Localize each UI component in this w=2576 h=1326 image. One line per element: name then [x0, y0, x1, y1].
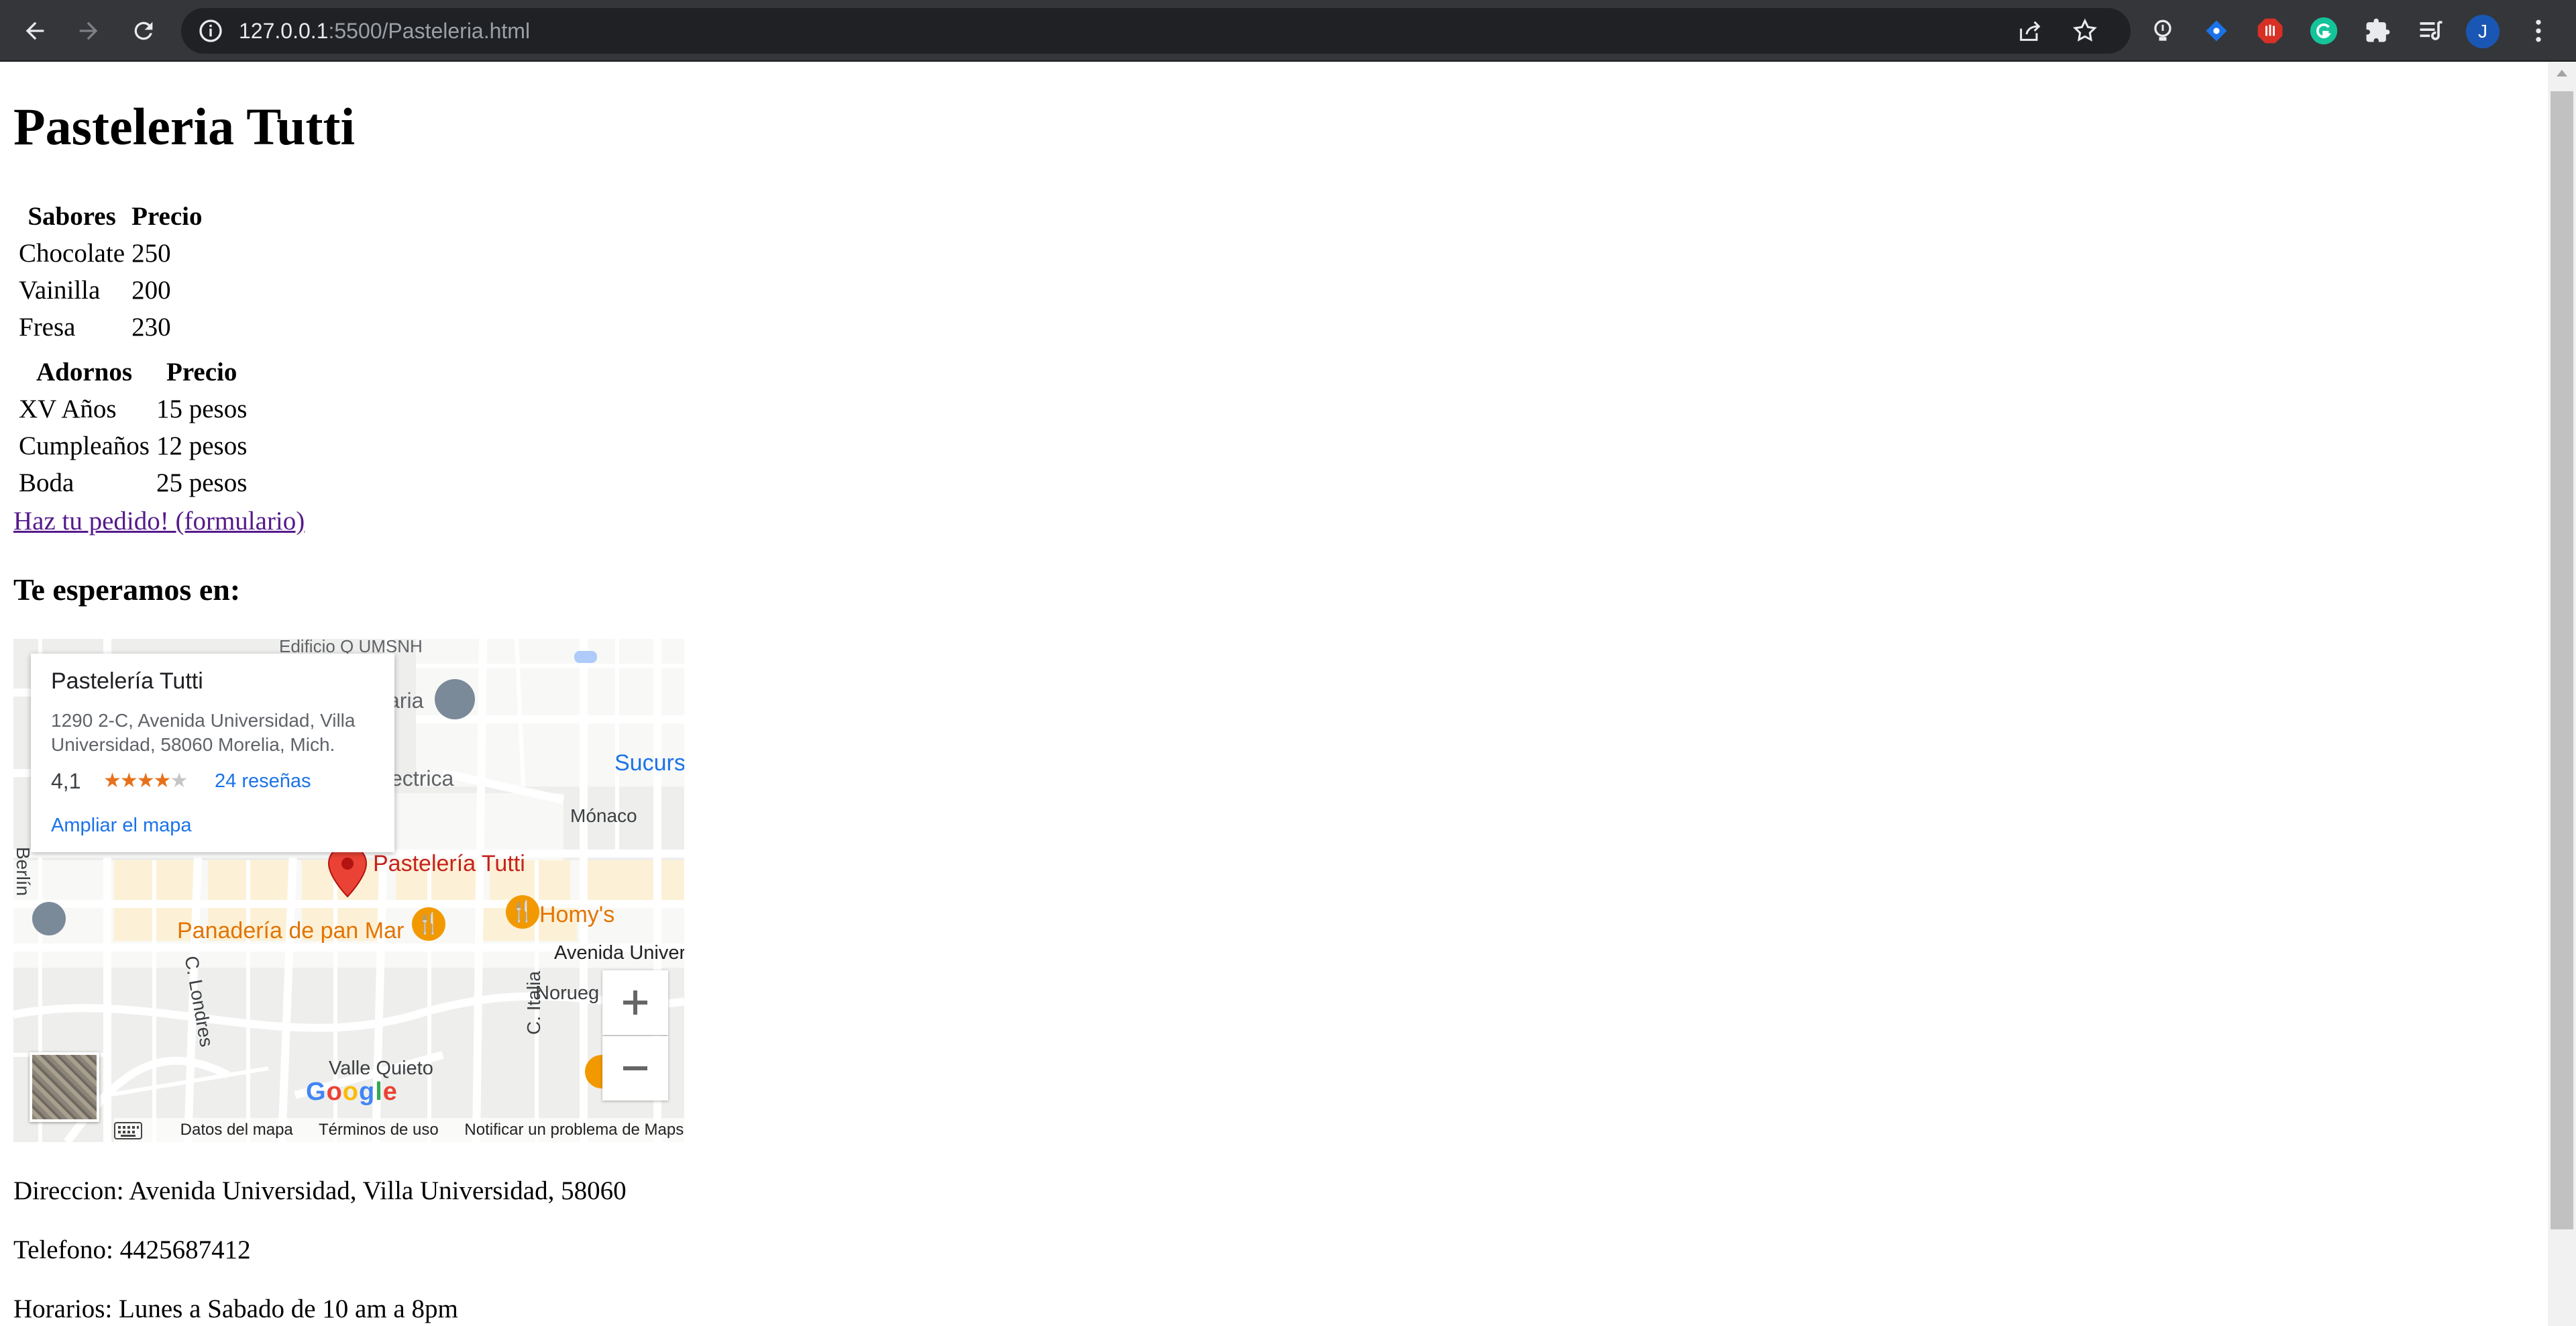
- back-arrow-icon: [25, 21, 44, 40]
- table-cell: Chocolate: [19, 239, 125, 268]
- page-content: Pasteleria Tutti Sabores Precio Chocolat…: [0, 62, 2548, 1326]
- table-header: Precio: [166, 358, 237, 387]
- rating-stars-icon: ★★★★★: [103, 770, 188, 792]
- location-heading: Te esperamos en:: [13, 572, 241, 607]
- site-info-icon[interactable]: [197, 17, 224, 44]
- table-cell: Vainilla: [19, 276, 101, 305]
- extension-dots-icon[interactable]: [2198, 12, 2235, 50]
- table-header: Precio: [131, 202, 203, 231]
- satellite-layer-toggle[interactable]: [30, 1052, 99, 1122]
- table-row: Fresa 230: [17, 311, 204, 344]
- extension-bulb-icon[interactable]: [2144, 12, 2182, 50]
- page-title: Pasteleria Tutti: [13, 97, 356, 156]
- map-label-pin: Pastelería Tutti: [373, 851, 525, 876]
- place-rating: 4,1: [51, 769, 81, 793]
- extensions-puzzle-icon[interactable]: [2359, 12, 2396, 50]
- map-attribution-bar: Datos del mapa Términos de uso Notificar…: [114, 1118, 684, 1142]
- hours-text: Horarios: Lunes a Sabado de 10 am a 8pm: [13, 1294, 458, 1323]
- extension-stop-icon[interactable]: [2251, 12, 2289, 50]
- zoom-out-button[interactable]: [602, 1036, 668, 1101]
- map-label-ectrica: ectrica: [390, 766, 454, 790]
- browser-menu-icon[interactable]: [2520, 12, 2557, 50]
- page-scrollbar[interactable]: [2548, 62, 2576, 1326]
- table-cell: 230: [131, 313, 171, 342]
- keyboard-shortcuts-icon[interactable]: [114, 1122, 142, 1139]
- phone-text: Telefono: 4425687412: [13, 1235, 251, 1264]
- table-cell: 250: [131, 239, 171, 268]
- browser-toolbar: 127.0.0.1:5500/Pasteleria.html J: [0, 0, 2576, 62]
- order-form-link[interactable]: Haz tu pedido! (formulario): [13, 506, 305, 536]
- map-label-bakery: Panadería de pan Mar: [177, 918, 405, 944]
- bookmark-star-icon[interactable]: [2072, 17, 2098, 44]
- google-logo: Google: [306, 1078, 398, 1106]
- scroll-up-arrow-icon[interactable]: [2557, 70, 2567, 76]
- reload-button[interactable]: [123, 11, 164, 51]
- table-cell: 15 pesos: [156, 395, 248, 423]
- map-label-avenida: Avenida Univers: [554, 942, 684, 964]
- place-info-card: Pastelería Tutti 1290 2-C, Avenida Unive…: [31, 654, 394, 852]
- sabores-table: Sabores Precio Chocolate 250 Vainilla 20…: [13, 196, 208, 348]
- table-cell: Fresa: [19, 313, 76, 342]
- map-label-sucurs: Sucurs: [614, 750, 684, 776]
- map-label-monaco: Mónaco: [570, 805, 637, 826]
- museum-poi-icon[interactable]: [32, 902, 66, 935]
- report-problem-link[interactable]: Notificar un problema de Maps: [464, 1121, 684, 1139]
- location-pin-icon[interactable]: [326, 844, 369, 898]
- reading-list-icon[interactable]: [2412, 12, 2450, 50]
- url-host: 127.0.0.1: [239, 19, 329, 43]
- address-bar[interactable]: 127.0.0.1:5500/Pasteleria.html: [181, 8, 2131, 54]
- back-button[interactable]: [15, 11, 55, 51]
- table-row: Boda 25 pesos: [17, 466, 248, 499]
- table-row: Vainilla 200: [17, 274, 204, 307]
- reload-icon: [134, 21, 153, 40]
- url-text: 127.0.0.1:5500/Pasteleria.html: [239, 8, 530, 54]
- table-header: Adornos: [36, 358, 133, 387]
- map-data-link[interactable]: Datos del mapa: [180, 1121, 293, 1139]
- zoom-in-button[interactable]: [602, 970, 668, 1035]
- address-text: Direccion: Avenida Universidad, Villa Un…: [13, 1176, 627, 1205]
- enlarge-map-link[interactable]: Ampliar el mapa: [51, 815, 192, 837]
- table-cell: 200: [131, 276, 171, 305]
- forward-button[interactable]: [68, 11, 109, 51]
- google-map-embed[interactable]: Edificio Q UMSNH aria Sucurs ectrica Món…: [13, 639, 684, 1142]
- place-address: 1290 2-C, Avenida Universidad, Villa Uni…: [51, 710, 356, 755]
- map-label-italia: C. Italia: [523, 971, 544, 1035]
- map-label-noruega: Norueg: [535, 982, 600, 1004]
- restaurant-poi-icon[interactable]: 🍴: [506, 895, 539, 929]
- share-icon[interactable]: [2017, 17, 2043, 44]
- table-row: XV Años 15 pesos: [17, 393, 248, 425]
- table-row: Cumpleaños 12 pesos: [17, 429, 248, 462]
- school-poi-icon[interactable]: [435, 679, 475, 719]
- bakery-poi-icon[interactable]: 🍴: [412, 907, 445, 941]
- plus-icon: [623, 990, 647, 1015]
- reviews-link[interactable]: 24 reseñas: [215, 770, 311, 793]
- terms-link[interactable]: Términos de uso: [319, 1121, 439, 1139]
- forward-arrow-icon: [79, 21, 98, 40]
- map-label-homys: Homy's: [539, 902, 615, 927]
- table-cell: 12 pesos: [156, 431, 248, 460]
- map-label-valle: Valle Quieto: [329, 1058, 433, 1079]
- grammarly-icon[interactable]: [2305, 12, 2343, 50]
- url-path: :5500/Pasteleria.html: [328, 19, 531, 43]
- scroll-thumb[interactable]: [2551, 91, 2573, 1229]
- table-cell: XV Años: [19, 395, 117, 423]
- table-cell: 25 pesos: [156, 468, 248, 497]
- minus-icon: [623, 1066, 647, 1070]
- adornos-table: Adornos Precio XV Años 15 pesos Cumpleañ…: [13, 352, 252, 503]
- map-label-berlin: Berlín: [13, 847, 34, 897]
- table-header: Sabores: [28, 202, 116, 231]
- table-cell: Cumpleaños: [19, 431, 150, 460]
- place-name: Pastelería Tutti: [51, 668, 203, 694]
- table-cell: Boda: [19, 468, 74, 497]
- profile-avatar[interactable]: J: [2466, 15, 2500, 48]
- table-row: Chocolate 250: [17, 237, 204, 270]
